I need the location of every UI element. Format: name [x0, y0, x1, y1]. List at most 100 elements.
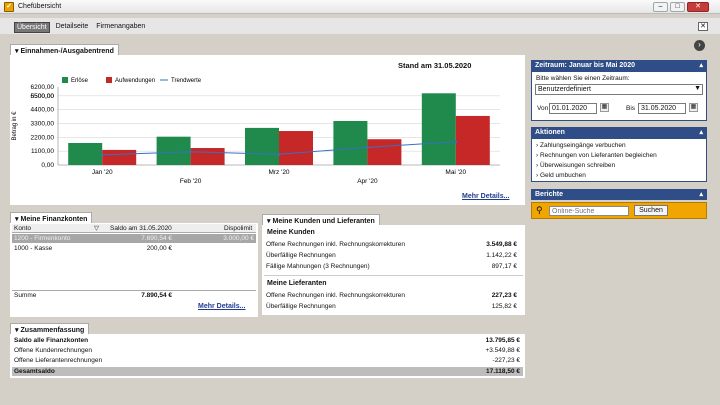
row-konto: 1000 - Kasse — [14, 245, 53, 252]
maximize-button[interactable]: □ — [670, 2, 685, 12]
trend-more-link[interactable]: Mehr Details... — [462, 193, 509, 200]
bar-aufwendungen — [102, 149, 137, 165]
filter-icon[interactable]: ▽ — [94, 224, 99, 232]
finanz-more-link[interactable]: Mehr Details... — [198, 303, 245, 310]
aktion-label: Überweisungen schreiben — [539, 162, 616, 169]
tab-uebersicht[interactable]: Übersicht — [14, 22, 50, 33]
legend-label: Aufwendungen — [115, 78, 155, 84]
aktion-item[interactable]: › Überweisungen schreiben — [536, 162, 615, 169]
lieferanten-row-value[interactable]: 227,23 € — [455, 292, 517, 299]
kunden-row-value[interactable]: 1.142,22 € — [455, 252, 517, 259]
bar-aufwendungen — [190, 148, 225, 165]
dropdown-arrow-icon: ▼ — [694, 85, 701, 92]
col-konto[interactable]: Konto — [14, 225, 31, 232]
tab-detailseite[interactable]: Detailseite — [54, 22, 91, 33]
calendar-icon[interactable]: ▦ — [600, 103, 609, 112]
bar-erloese — [156, 136, 191, 165]
aktion-item[interactable]: › Geld umbuchen — [536, 172, 586, 179]
legend-swatch — [106, 77, 112, 83]
tab-firmenangaben[interactable]: Firmenangaben — [94, 22, 147, 33]
trend-point — [454, 140, 458, 144]
close-tab-icon[interactable]: ✕ — [698, 22, 708, 31]
x-tick-label: Feb '20 — [180, 178, 202, 185]
x-tick-label: Mrz '20 — [268, 169, 289, 176]
zeitraum-select[interactable]: Benutzerdefiniert ▼ — [535, 84, 703, 95]
collapse-triangle-icon: ▾ — [15, 327, 19, 334]
search-bar: ⚲ Suchen — [531, 202, 707, 219]
y-tick-label: 0,00 — [41, 162, 54, 169]
y-tick-label: 2200,00 — [31, 134, 55, 141]
collapse-chevron-icon: ▴ — [699, 129, 703, 136]
bis-date-input[interactable]: 31.05.2020 — [638, 103, 686, 114]
summary-panel: Saldo alle Finanzkonten 13.795,85 € Offe… — [10, 334, 525, 378]
y-axis-label: Betrag in € — [12, 111, 18, 141]
col-saldo[interactable]: Saldo am 31.05.2020 — [110, 225, 172, 232]
collapse-triangle-icon: ▾ — [15, 216, 19, 223]
finanz-panel: Konto ▽ Saldo am 31.05.2020 Dispolimit 1… — [10, 223, 258, 317]
app-logo-icon: ✓ — [4, 2, 14, 12]
kunden-tab-label: Meine Kunden und Lieferanten — [272, 218, 375, 225]
search-input[interactable] — [549, 206, 629, 216]
aktionen-header[interactable]: Aktionen ▴ — [531, 127, 707, 138]
berichte-header[interactable]: Berichte ▴ — [531, 189, 707, 200]
bar-erloese — [421, 93, 456, 165]
minimize-button[interactable]: – — [653, 2, 668, 12]
von-label: Von — [537, 105, 549, 112]
col-dispo[interactable]: Dispolimit — [224, 225, 252, 232]
total-value: 17.118,50 € — [486, 368, 520, 375]
kunden-row-label[interactable]: Überfällige Rechnungen — [266, 252, 336, 259]
y-tick-label: 4400,00 — [31, 107, 55, 114]
von-date-input[interactable]: 01.01.2020 — [549, 103, 597, 114]
row-saldo: 200,00 € — [146, 245, 172, 252]
row-dispo: 3.000,00 € — [223, 235, 254, 242]
trend-panel: Stand am 31.05.2020 0,00 1100,00 2200,00 33… — [10, 55, 525, 205]
table-row[interactable]: 1200 - Firmenkonto 7.690,54 € 3.000,00 € — [12, 234, 256, 243]
legend-swatch — [62, 77, 68, 83]
y-tick-label: 6200,00 — [31, 84, 55, 91]
collapse-chevron-icon: ▴ — [699, 62, 703, 69]
y-tick-label: 1100,00 — [31, 148, 54, 155]
zeitraum-header[interactable]: Zeitraum: Januar bis Mai 2020 ▴ — [531, 60, 707, 71]
trend-tab-label: Einnahmen-/Ausgabentrend — [20, 48, 114, 55]
zeitraum-body: Bitte wählen Sie einen Zeitraum: Benutze… — [531, 71, 707, 121]
table-row[interactable]: 1000 - Kasse 200,00 € — [12, 244, 256, 253]
x-tick-label: Jan '20 — [92, 169, 113, 176]
summary-value: -227,23 € — [492, 357, 520, 364]
kunden-panel: Meine Kunden Offene Rechnungen inkl. Rec… — [262, 225, 525, 315]
bar-erloese — [68, 142, 103, 165]
collapse-chevron-icon: ▴ — [699, 191, 703, 198]
finanz-header: Konto ▽ Saldo am 31.05.2020 Dispolimit — [12, 224, 256, 233]
aktion-label: Geld umbuchen — [539, 172, 586, 179]
aktion-item[interactable]: › Zahlungseingänge verbuchen — [536, 142, 626, 149]
summe-value: 7.890,54 € — [141, 292, 172, 299]
search-button[interactable]: Suchen — [634, 205, 668, 216]
title-bar: ✓ Chefübersicht – □ ✕ — [0, 0, 720, 14]
close-button[interactable]: ✕ — [687, 2, 709, 12]
aktion-item[interactable]: › Rechnungen von Lieferanten begleichen — [536, 152, 657, 159]
lieferanten-title: Meine Lieferanten — [267, 280, 327, 287]
y-tick-label: 6500,00 — [31, 93, 55, 100]
kunden-row-label[interactable]: Offene Rechnungen inkl. Rechnungskorrekt… — [266, 241, 405, 248]
kunden-row-value[interactable]: 3.549,88 € — [455, 241, 517, 248]
forward-arrow-icon[interactable]: › — [694, 40, 705, 51]
bis-label: Bis — [626, 105, 636, 112]
berichte-header-label: Berichte — [535, 191, 564, 198]
x-tick-label: Mai '20 — [445, 169, 466, 176]
total-row: Gesamtsaldo 17.118,50 € — [12, 367, 523, 376]
kunden-row-label[interactable]: Fällige Mahnungen (3 Rechnungen) — [266, 263, 370, 270]
divider — [12, 290, 256, 291]
lieferanten-row-value[interactable]: 125,82 € — [455, 303, 517, 310]
bar-aufwendungen — [279, 131, 313, 165]
bar-erloese — [245, 127, 279, 165]
kunden-row-value[interactable]: 897,17 € — [455, 263, 517, 270]
summary-label: Offene Lieferantenrechnungen — [14, 357, 103, 364]
total-label: Gesamtsaldo — [14, 368, 55, 375]
aktion-label: Zahlungseingänge verbuchen — [539, 142, 626, 149]
collapse-triangle-icon: ▾ — [15, 48, 19, 55]
lieferanten-row-label[interactable]: Offene Rechnungen inkl. Rechnungskorrekt… — [266, 292, 405, 299]
aktionen-body: › Zahlungseingänge verbuchen › Rechnungen… — [531, 138, 707, 182]
calendar-icon[interactable]: ▦ — [689, 103, 698, 112]
lieferanten-row-label[interactable]: Überfällige Rechnungen — [266, 303, 336, 310]
summary-value: 13.795,85 € — [485, 337, 520, 344]
summary-tab-label: Zusammenfassung — [20, 327, 85, 334]
